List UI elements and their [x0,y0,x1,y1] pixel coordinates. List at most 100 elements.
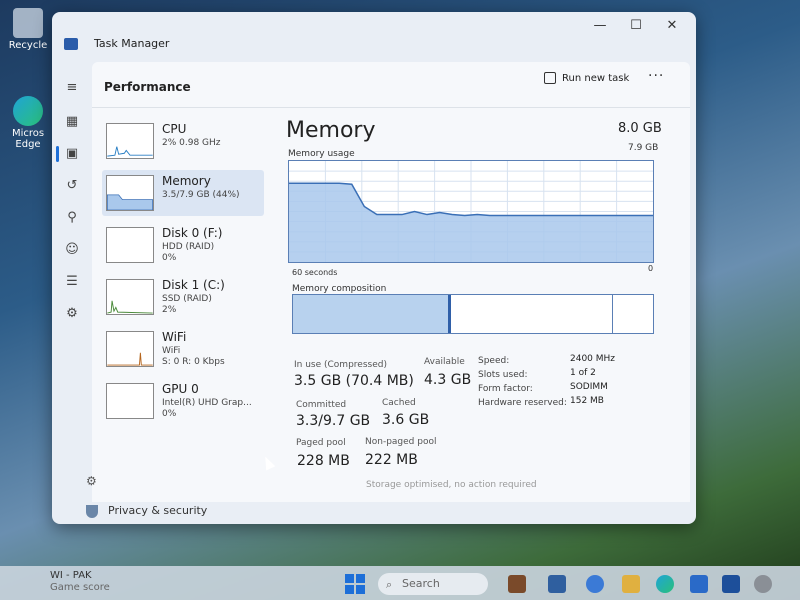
services-icon[interactable]: ⚙ [64,306,80,322]
perf-item-detail: HDD (RAID) [162,242,215,252]
task-view-icon[interactable] [548,575,566,593]
perf-item-detail: SSD (RAID) [162,294,212,304]
nonpaged-pool-label: Non-paged pool [365,437,437,447]
recycle-bin-label: Recycle [8,40,48,51]
recycle-bin-shortcut[interactable]: Recycle [6,8,50,51]
perf-item-disk1[interactable]: Disk 1 (C:) SSD (RAID) 2% [102,274,264,320]
task-manager-taskbar-icon[interactable] [722,575,740,593]
perf-item-cpu[interactable]: CPU 2% 0.98 GHz [102,118,264,164]
edge-taskbar-icon[interactable] [656,575,674,593]
app-history-icon[interactable]: ↺ [64,178,80,194]
in-use-value: 3.5 GB (70.4 MB) [294,373,414,389]
perf-item-memory[interactable]: Memory 3.5/7.9 GB (44%) [102,170,264,216]
start-button[interactable] [345,574,365,594]
disk0-thumbnail [106,227,154,263]
spec-form-value: SODIMM [570,382,608,392]
more-options-button[interactable]: ··· [648,68,664,84]
spec-slots-value: 1 of 2 [570,368,596,378]
task-manager-window: Task Manager — ☐ ✕ ≡ ▦ ▣ ↺ ⚲ ☺ ☰ ⚙ Perfo… [52,12,696,524]
nav-rail: ≡ ▦ ▣ ↺ ⚲ ☺ ☰ ⚙ [52,60,92,524]
close-button[interactable]: ✕ [654,16,690,36]
recycle-bin-icon [13,8,43,38]
details-icon[interactable]: ☰ [64,274,80,290]
gpu-thumbnail [106,383,154,419]
window-title: Task Manager [94,37,170,50]
memory-usage-graph [288,160,654,263]
privacy-label: Privacy & security [108,504,208,517]
edge-label: Micros Edge [11,128,45,150]
in-use-label: In use (Compressed) [294,360,387,370]
performance-icon[interactable]: ▣ [64,146,80,162]
perf-item-usage: S: 0 R: 0 Kbps [162,357,225,367]
task-manager-icon [64,38,78,50]
cpu-thumbnail [106,123,154,159]
users-icon[interactable]: ☺ [64,242,80,258]
file-explorer-icon[interactable] [622,575,640,593]
perf-item-disk0[interactable]: Disk 0 (F:) HDD (RAID) 0% [102,222,264,268]
search-placeholder: Search [402,577,440,590]
memory-usage-max: 7.9 GB [628,143,659,153]
edge-icon [13,96,43,126]
committed-value: 3.3/9.7 GB [296,413,371,429]
perf-item-name: Disk 0 (F:) [162,226,223,240]
perf-item-detail: WiFi [162,346,181,356]
edge-shortcut[interactable]: Micros Edge [6,96,50,150]
memory-total: 8.0 GB [618,121,662,136]
settings-taskbar-icon[interactable] [754,575,772,593]
memory-title: Memory [286,118,376,143]
perf-item-usage: 0% [162,409,177,419]
memory-composition-label: Memory composition [292,284,387,294]
title-bar[interactable]: Task Manager — ☐ ✕ [52,12,696,60]
graph-axis-left: 60 seconds [292,268,338,277]
taskbar-search[interactable]: ⌕ Search [378,573,488,595]
cached-value: 3.6 GB [382,412,430,428]
run-new-task-button[interactable]: Run new task [544,72,629,84]
perf-item-name: GPU 0 [162,382,199,396]
spec-reserved-value: 152 MB [570,396,604,406]
cached-label: Cached [382,398,416,408]
settings-icon[interactable]: ⚙ [86,474,97,488]
windows-logo-pane [356,574,365,583]
copilot-icon[interactable] [586,575,604,593]
perf-item-wifi[interactable]: WiFi WiFi S: 0 R: 0 Kbps [102,326,264,372]
perf-item-usage: 2% [162,305,177,315]
disk1-thumbnail [106,279,154,315]
weather-subtitle: Game score [50,582,110,593]
pane-header: Performance Run new task ··· [92,62,690,108]
hamburger-menu-icon[interactable]: ≡ [64,80,80,96]
perf-item-detail: 3.5/7.9 GB (44%) [162,190,240,200]
run-task-icon [544,72,556,84]
search-icon: ⌕ [386,578,393,591]
memory-composition-bar [292,294,654,334]
spec-speed-label: Speed: [478,356,510,366]
store-icon[interactable] [690,575,708,593]
maximize-button[interactable]: ☐ [618,16,654,36]
perf-item-usage: 0% [162,253,177,263]
spec-reserved-label: Hardware reserved: [478,398,567,408]
paged-pool-value: 228 MB [297,453,350,469]
taskbar: WI - PAK Game score ⌕ Search [0,566,800,600]
graph-axis-right: 0 [648,264,654,273]
perf-item-gpu[interactable]: GPU 0 Intel(R) UHD Grap... 0% [102,378,264,424]
perf-item-name: CPU [162,122,187,136]
memory-usage-label: Memory usage [288,149,355,159]
spec-slots-label: Slots used: [478,370,528,380]
spec-speed-value: 2400 MHz [570,354,616,364]
page-title: Performance [104,80,191,94]
perf-item-detail: 2% 0.98 GHz [162,138,221,148]
startup-apps-icon[interactable]: ⚲ [64,210,80,226]
committed-label: Committed [296,400,347,410]
minimize-button[interactable]: — [582,16,618,36]
weather-widget[interactable]: WI - PAK Game score [50,570,110,594]
wifi-thumbnail [106,331,154,367]
spec-form-label: Form factor: [478,384,533,394]
composition-free [613,295,653,333]
privacy-security-item[interactable]: Privacy & security [86,504,207,518]
taskbar-app-icon[interactable] [508,575,526,593]
available-value: 4.3 GB [424,372,472,388]
windows-logo-pane [356,585,365,594]
run-task-label: Run new task [562,72,630,84]
background-faded-text: Storage optimised, no action required [366,480,537,490]
composition-in-use [293,295,452,333]
processes-icon[interactable]: ▦ [64,114,80,130]
